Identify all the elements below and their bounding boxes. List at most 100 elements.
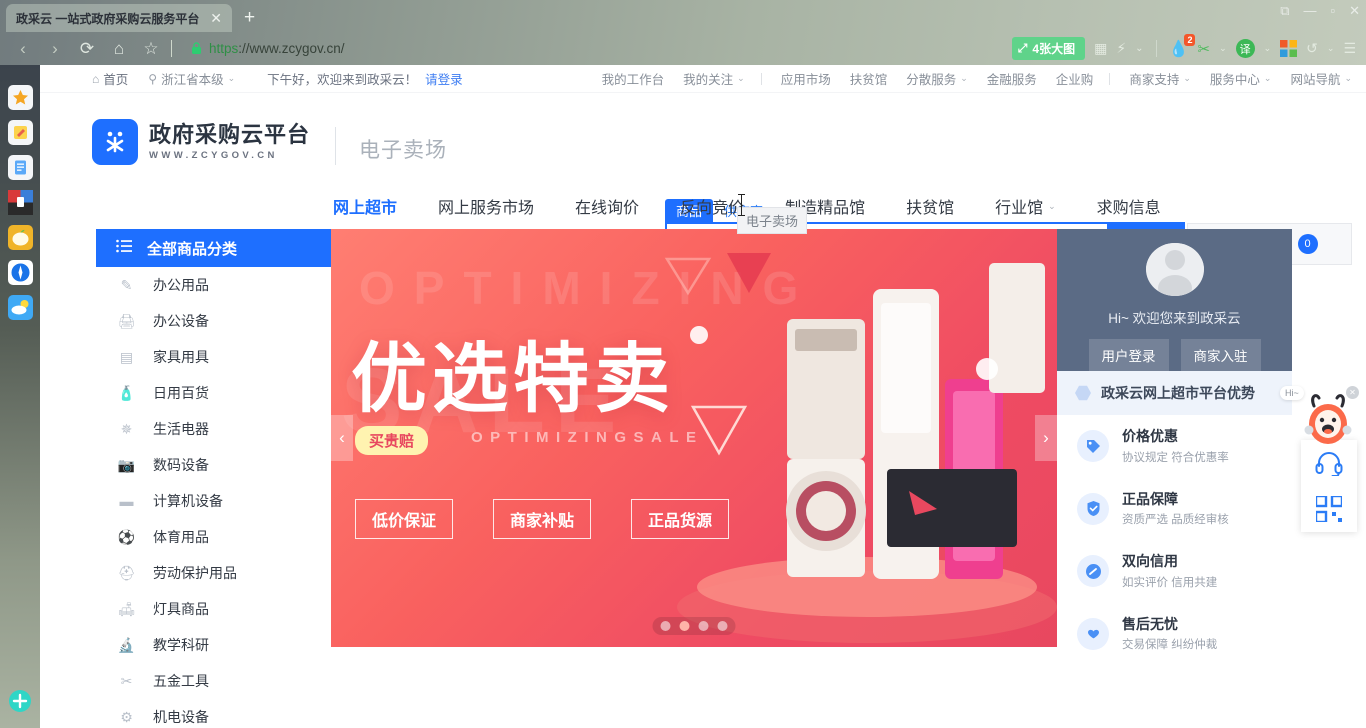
water-drop-icon[interactable]: 💧 2 (1169, 33, 1196, 59)
topnav-item-dispersed[interactable]: 分散服务 ⌄ (906, 69, 968, 88)
sidebar-item-daily-goods[interactable]: 🧴 日用百货 (96, 375, 331, 411)
home-button[interactable]: ⌂ (104, 35, 134, 63)
mainnav-label: 扶贫馆 (906, 200, 955, 217)
address-bar[interactable]: https://www.zcygov.cn/ (183, 36, 1004, 62)
site-logo[interactable]: 政府采购云平台 WWW.ZCYGOV.CN 电子卖场 (92, 109, 447, 165)
sidebar-item-sports-goods[interactable]: ⚽ 体育用品 (96, 519, 331, 555)
topnav-item-service-center[interactable]: 服务中心 ⌄ (1210, 69, 1272, 88)
sidebar-item-furniture[interactable]: ▤ 家具用具 (96, 339, 331, 375)
advantage-item-credit[interactable]: 双向信用 如实评价 信用共建 (1057, 540, 1292, 603)
carousel-dot[interactable] (717, 621, 728, 631)
chevron-down-icon[interactable]: ⌄ (1135, 43, 1143, 54)
mainnav-item-manufacturing[interactable]: 制造精品馆 (785, 194, 865, 218)
topnav-item-follow[interactable]: 我的关注 ⌄ (683, 69, 745, 88)
url-path: ://www.zcygov.cn/ (238, 41, 345, 56)
mainnav-item-reverse-auction[interactable]: 反向竞价 (680, 194, 744, 218)
topnav-divider-2 (1109, 72, 1111, 85)
sidebar-item-office-equipment[interactable]: 🖨 办公设备 (96, 303, 331, 339)
topnav-item-label: 应用市场 (780, 73, 831, 87)
trash-icon[interactable] (7, 190, 33, 215)
mascot-widget[interactable]: Hi~ ✕ (1280, 386, 1359, 451)
grid-apps-icon[interactable]: ▦ (1094, 40, 1107, 57)
window-controls: ⧉ — ▫ ✕ (1280, 4, 1360, 17)
topnav-region-selector[interactable]: ⚲ 浙江省本级 ⌄ (148, 69, 235, 88)
merchant-join-button[interactable]: 商家入驻 (1180, 339, 1261, 371)
carousel-next-button[interactable]: › (1035, 415, 1057, 461)
back-button[interactable]: ‹ (8, 35, 38, 63)
carousel-dot-active[interactable] (679, 621, 690, 631)
star-icon[interactable] (7, 85, 33, 110)
carousel-prev-button[interactable]: ‹ (331, 415, 353, 461)
sidebar-item-computer-equipment[interactable]: ▬ 计算机设备 (96, 483, 331, 519)
sidebar-item-home-appliance[interactable]: ✵ 生活电器 (96, 411, 331, 447)
category-header[interactable]: 全部商品分类 (96, 229, 331, 267)
mainnav-item-purchase-info[interactable]: 求购信息 (1097, 194, 1161, 218)
advantage-item-price[interactable]: 价格优惠 协议规定 符合优惠率 (1057, 415, 1292, 478)
scissors-icon[interactable]: ✂ (1197, 40, 1210, 58)
document-icon[interactable] (7, 155, 33, 180)
mascot-icon (1304, 394, 1352, 444)
window-maximize-icon[interactable]: ▫ (1330, 4, 1335, 17)
logo-text: 政府采购云平台 WWW.ZCYGOV.CN (149, 123, 310, 161)
sidebar-item-digital-devices[interactable]: 📷 数码设备 (96, 447, 331, 483)
window-restore-icon[interactable]: ⧉ (1280, 4, 1289, 17)
chevron-down-icon-3[interactable]: ⌄ (1264, 43, 1272, 54)
advantage-item-aftersales[interactable]: 售后无忧 交易保障 纠纷仲裁 (1057, 603, 1292, 666)
sidebar-item-electromechanical[interactable]: ⚙ 机电设备 (96, 699, 331, 728)
browser-tabstrip: 政采云 一站式政府采购云服务平台 ✕ + ⧉ — ▫ ✕ (0, 0, 1366, 32)
fruit-icon[interactable] (7, 225, 33, 250)
new-tab-button[interactable]: + (244, 7, 255, 29)
apps-grid-icon[interactable] (1280, 40, 1298, 57)
topnav-item-merchant-support[interactable]: 商家支持 ⌄ (1129, 69, 1191, 88)
browser-tab[interactable]: 政采云 一站式政府采购云服务平台 ✕ (6, 4, 232, 32)
main-nav: 网上超市 网上服务市场 在线询价 反向竞价 制造精品馆 扶贫馆 行业馆 ⌄ 求购信… (40, 186, 1366, 229)
topnav-item-appmarket[interactable]: 应用市场 (781, 69, 831, 88)
topnav-home[interactable]: ⌂ 首页 (92, 69, 128, 88)
mainnav-item-service-market[interactable]: 网上服务市场 (438, 194, 534, 218)
topnav-item-poverty[interactable]: 扶贫馆 (850, 69, 888, 88)
reload-button[interactable]: ⟳ (72, 35, 102, 63)
mascot-close-icon[interactable]: ✕ (1346, 386, 1359, 399)
chevron-down-icon-2[interactable]: ⌄ (1219, 43, 1227, 54)
window-close-icon[interactable]: ✕ (1349, 4, 1360, 17)
weather-icon[interactable] (7, 295, 33, 320)
forward-button[interactable]: › (40, 35, 70, 63)
sidebar-item-teaching-research[interactable]: 🔬 教学科研 (96, 627, 331, 663)
lightning-icon[interactable]: ⚡ (1116, 40, 1126, 57)
mainnav-item-online-supermarket[interactable]: 网上超市 (333, 194, 397, 218)
dock-bottom-app-icon[interactable] (8, 689, 32, 718)
sidebar-item-label: 家具用具 (153, 349, 209, 365)
sidebar-item-labor-protection[interactable]: ⛑ 劳动保护用品 (96, 555, 331, 591)
bookmark-star-icon[interactable]: ☆ (136, 35, 166, 63)
sidebar-item-lamps[interactable]: 🛋 灯具商品 (96, 591, 331, 627)
topnav-login-link[interactable]: 请登录 (425, 69, 463, 88)
chevron-down-icon-4[interactable]: ⌄ (1327, 43, 1335, 54)
sidebar-item-hardware-tools[interactable]: ✂ 五金工具 (96, 663, 331, 699)
user-login-button[interactable]: 用户登录 (1088, 339, 1169, 371)
avatar (1145, 243, 1204, 296)
tab-close-icon[interactable]: ✕ (206, 11, 226, 25)
topnav-item-workbench[interactable]: 我的工作台 (602, 69, 665, 88)
undo-icon[interactable]: ↺ (1306, 40, 1318, 57)
hero-banner-carousel[interactable]: OPTIMIZING SALE 优选特卖 买贵赔 OPTIMIZINGSALE … (331, 229, 1057, 647)
translate-icon[interactable]: 译 (1235, 39, 1255, 58)
qrcode-button[interactable] (1301, 486, 1357, 532)
carousel-dot[interactable] (698, 621, 709, 631)
advantage-item-authenticity[interactable]: 正品保障 资质严选 品质经审核 (1057, 478, 1292, 541)
screenshot-pill-button[interactable]: ⤢ 4张大图 (1011, 37, 1086, 60)
sidebar-item-office-supplies[interactable]: ✎ 办公用品 (96, 267, 331, 303)
window-minimize-icon[interactable]: — (1303, 4, 1316, 17)
mainnav-label: 行业馆 (995, 200, 1044, 217)
topnav-item-finance[interactable]: 金融服务 (987, 69, 1037, 88)
mainnav-item-online-quote[interactable]: 在线询价 (575, 194, 639, 218)
compass-icon[interactable] (7, 260, 33, 285)
advantage-item-desc: 协议规定 符合优惠率 (1122, 451, 1229, 464)
mainnav-item-poverty-hall[interactable]: 扶贫馆 (906, 194, 954, 218)
mainnav-item-industry-hall[interactable]: 行业馆 ⌄ (995, 194, 1056, 218)
topnav-item-sitemap[interactable]: 网站导航 ⌄ (1290, 69, 1352, 88)
notes-icon[interactable] (7, 120, 33, 145)
carousel-dot[interactable] (660, 621, 671, 631)
menu-hamburger-icon[interactable]: ☰ (1343, 40, 1356, 57)
mainnav-label: 求购信息 (1096, 200, 1161, 217)
topnav-item-enterprise[interactable]: 企业购 (1056, 69, 1094, 88)
